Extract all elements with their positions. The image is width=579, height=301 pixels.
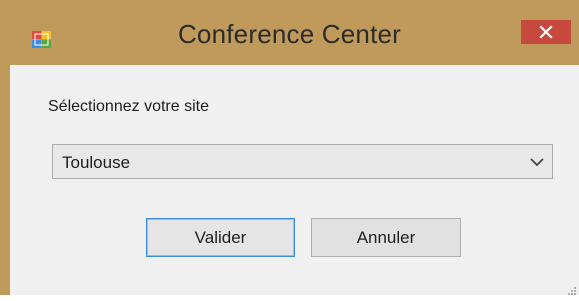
resize-grip-icon[interactable] <box>567 283 577 295</box>
site-select[interactable]: Toulouse <box>52 144 553 179</box>
title-bar[interactable]: Conference Center <box>0 0 579 49</box>
close-button[interactable] <box>521 20 571 44</box>
dialog-window: Conference Center Sélectionnez votre sit… <box>0 0 579 295</box>
window-title: Conference Center <box>177 19 402 49</box>
close-icon <box>539 25 553 39</box>
chevron-down-icon <box>530 155 544 173</box>
validate-button[interactable]: Valider <box>146 218 295 257</box>
site-label: Sélectionnez votre site <box>48 98 209 115</box>
cancel-button[interactable]: Annuler <box>311 218 461 257</box>
site-select-value: Toulouse <box>62 153 131 172</box>
